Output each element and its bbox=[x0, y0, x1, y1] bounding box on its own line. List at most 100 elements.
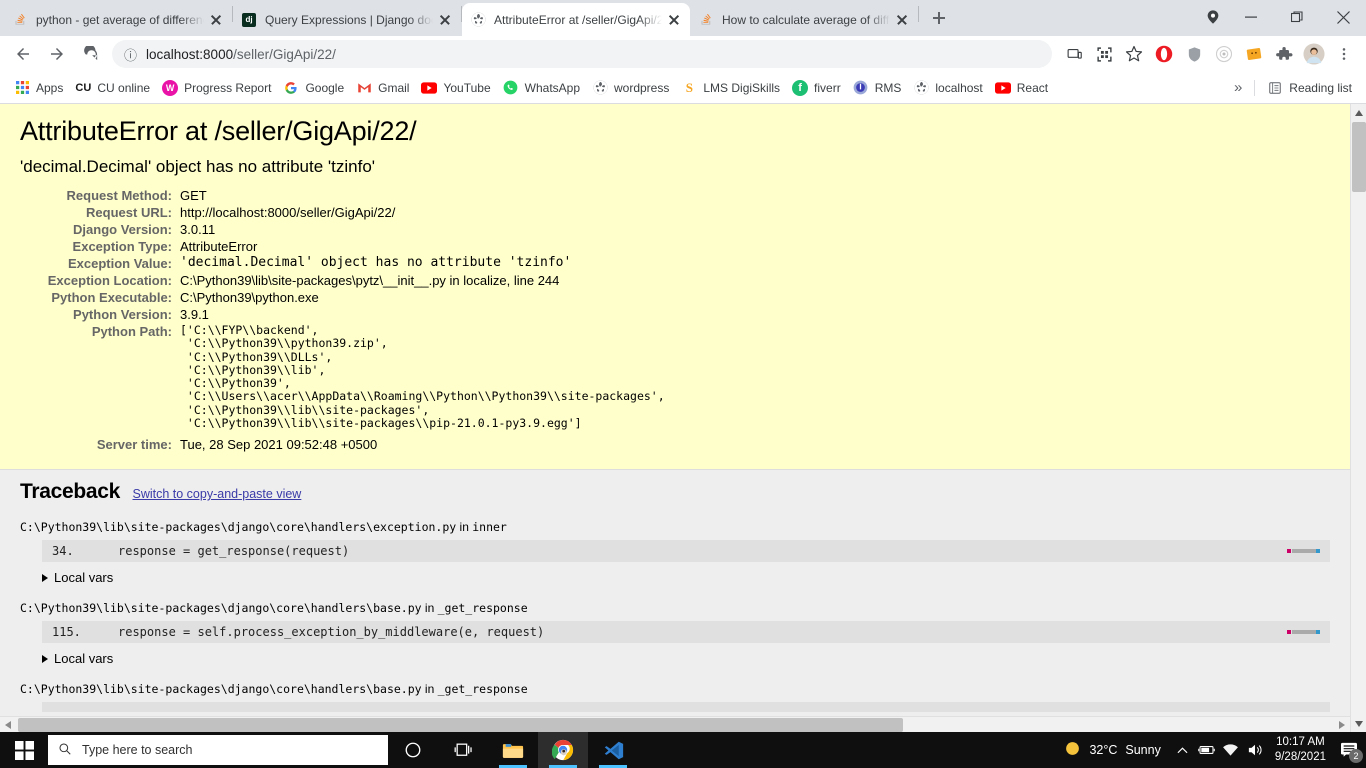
tracker-extension-icon[interactable] bbox=[1210, 40, 1238, 68]
local-vars-toggle[interactable]: Local vars bbox=[42, 570, 1330, 585]
system-tray: 32°C Sunny 10:17 AM 9/28/2021 2 bbox=[1064, 732, 1366, 768]
meta-value: C:\Python39\lib\site-packages\pytz\__ini… bbox=[180, 273, 560, 288]
new-tab-button[interactable] bbox=[925, 4, 953, 32]
bookmark-youtube[interactable]: YouTube bbox=[415, 76, 496, 100]
notification-center-button[interactable]: 2 bbox=[1334, 732, 1364, 768]
vscode-icon[interactable] bbox=[588, 732, 638, 768]
file-explorer-icon[interactable] bbox=[488, 732, 538, 768]
frame-function: inner bbox=[472, 520, 507, 535]
bookmark-label: Apps bbox=[36, 80, 64, 95]
start-button[interactable] bbox=[0, 732, 48, 768]
bookmark-localhost[interactable]: localhost bbox=[907, 76, 988, 100]
browser-tab-4[interactable]: How to calculate average of diffe bbox=[690, 3, 918, 36]
forward-icon[interactable] bbox=[42, 39, 72, 69]
meta-value: 'decimal.Decimal' object has no attribut… bbox=[180, 255, 572, 270]
bookmark-label: Progress Report bbox=[184, 80, 272, 95]
chevron-up-icon[interactable] bbox=[1171, 732, 1195, 768]
minimize-button[interactable] bbox=[1228, 0, 1274, 34]
browser-tab-3-active[interactable]: AttributeError at /seller/GigApi/2 bbox=[462, 3, 690, 36]
apps-grid-icon bbox=[14, 80, 30, 96]
cortana-icon[interactable] bbox=[388, 732, 438, 768]
scroll-left-arrow-icon[interactable] bbox=[0, 717, 16, 732]
opera-extension-icon[interactable] bbox=[1150, 40, 1178, 68]
close-icon[interactable] bbox=[437, 12, 453, 28]
bookmark-google[interactable]: Google bbox=[277, 76, 350, 100]
divider bbox=[1254, 79, 1256, 96]
traceback-context-line[interactable] bbox=[42, 702, 1330, 713]
page-viewport: AttributeError at /seller/GigApi/22/ 'de… bbox=[0, 104, 1366, 732]
window-controls bbox=[1198, 0, 1366, 34]
traceback-context-line[interactable]: 34. response = get_response(request) bbox=[42, 540, 1330, 563]
traceback-context-line[interactable]: 115. response = self.process_exception_b… bbox=[42, 621, 1330, 644]
close-icon[interactable] bbox=[894, 12, 910, 28]
bookmark-apps[interactable]: Apps bbox=[8, 76, 69, 100]
whatsapp-icon bbox=[503, 80, 519, 96]
page-title: AttributeError at /seller/GigApi/22/ bbox=[20, 116, 417, 146]
bookmark-whatsapp[interactable]: WhatsApp bbox=[497, 76, 586, 100]
battery-icon[interactable] bbox=[1195, 732, 1219, 768]
weather-widget[interactable]: 32°C Sunny bbox=[1064, 740, 1170, 760]
bookmarks-overflow-button[interactable]: » bbox=[1228, 76, 1248, 100]
url-path: /seller/GigApi/22/ bbox=[233, 46, 336, 62]
bookmark-react[interactable]: React bbox=[989, 76, 1054, 100]
scrollbar-thumb[interactable] bbox=[1352, 122, 1366, 192]
profile-avatar-icon[interactable] bbox=[1300, 40, 1328, 68]
maximize-restore-button[interactable] bbox=[1274, 0, 1320, 34]
table-row: Request Method: GET bbox=[0, 187, 665, 204]
close-icon[interactable] bbox=[208, 12, 224, 28]
bookmark-wordpress[interactable]: wordpress bbox=[586, 76, 675, 100]
cast-icon[interactable] bbox=[1060, 40, 1088, 68]
bookmark-star-icon[interactable] bbox=[1120, 40, 1148, 68]
chrome-icon[interactable] bbox=[538, 732, 588, 768]
bookmarks-bar: Apps CU CU online W Progress Report Goog… bbox=[0, 72, 1366, 104]
bookmark-rms[interactable]: RMS bbox=[847, 76, 908, 100]
url-text: localhost:8000/seller/GigApi/22/ bbox=[146, 47, 336, 62]
meta-value: 3.9.1 bbox=[180, 307, 209, 322]
local-vars-toggle[interactable]: Local vars bbox=[42, 651, 1330, 666]
task-view-icon[interactable] bbox=[438, 732, 488, 768]
browser-tab-2[interactable]: dj Query Expressions | Django docu bbox=[233, 3, 461, 36]
meta-label: Python Path: bbox=[91, 324, 172, 339]
browser-tab-1[interactable]: python - get average of differenc bbox=[4, 3, 232, 36]
wordpress-icon bbox=[592, 80, 608, 96]
bookmark-label: LMS DigiSkills bbox=[703, 80, 781, 95]
shield-extension-icon[interactable] bbox=[1180, 40, 1208, 68]
reading-list-icon bbox=[1267, 80, 1283, 96]
scrollbar-thumb[interactable] bbox=[18, 718, 903, 732]
scroll-down-arrow-icon[interactable] bbox=[1351, 715, 1366, 732]
address-bar[interactable]: ⓘ localhost:8000/seller/GigApi/22/ bbox=[112, 40, 1052, 68]
honey-extension-icon[interactable] bbox=[1240, 40, 1268, 68]
puzzle-extensions-icon[interactable] bbox=[1270, 40, 1298, 68]
close-icon[interactable] bbox=[666, 12, 682, 28]
kebab-menu-icon[interactable] bbox=[1330, 40, 1358, 68]
meta-value: C:\Python39\python.exe bbox=[180, 290, 319, 305]
reading-list-button[interactable]: Reading list bbox=[1261, 76, 1358, 100]
close-window-button[interactable] bbox=[1320, 0, 1366, 34]
taskbar-clock[interactable]: 10:17 AM 9/28/2021 bbox=[1267, 735, 1334, 765]
horizontal-scrollbar[interactable] bbox=[0, 716, 1350, 732]
react-icon bbox=[994, 80, 1011, 96]
switch-to-copy-paste-link[interactable]: Switch to copy-and-paste view bbox=[133, 487, 302, 501]
scroll-right-arrow-icon[interactable] bbox=[1334, 717, 1350, 732]
taskbar-search-box[interactable]: Type here to search bbox=[48, 735, 388, 765]
bookmark-lms-digiskills[interactable]: S LMS DigiSkills bbox=[675, 76, 786, 100]
location-pin-icon[interactable] bbox=[1198, 0, 1228, 34]
code-scrollbar[interactable] bbox=[1287, 549, 1320, 554]
site-info-icon[interactable]: ⓘ bbox=[124, 45, 137, 64]
bookmark-gmail[interactable]: Gmail bbox=[350, 76, 415, 100]
bookmark-progress-report[interactable]: W Progress Report bbox=[156, 76, 277, 100]
scroll-up-arrow-icon[interactable] bbox=[1351, 104, 1366, 121]
table-row: Server time: Tue, 28 Sep 2021 09:52:48 +… bbox=[0, 431, 665, 453]
code-scrollbar[interactable] bbox=[1287, 630, 1320, 635]
back-icon[interactable] bbox=[8, 39, 38, 69]
bookmark-cu-online[interactable]: CU CU online bbox=[69, 76, 156, 100]
volume-icon[interactable] bbox=[1243, 732, 1267, 768]
bookmark-fiverr[interactable]: f fiverr bbox=[786, 76, 847, 100]
vertical-scrollbar[interactable] bbox=[1350, 104, 1366, 732]
tab-title: AttributeError at /seller/GigApi/2 bbox=[494, 12, 662, 27]
python-path-list: ['C:\\FYP\\backend', 'C:\\Python39\\pyth… bbox=[180, 323, 665, 431]
reload-icon[interactable] bbox=[76, 39, 106, 69]
qr-code-icon[interactable] bbox=[1090, 40, 1118, 68]
meta-value: GET bbox=[180, 188, 207, 203]
wifi-icon[interactable] bbox=[1219, 732, 1243, 768]
